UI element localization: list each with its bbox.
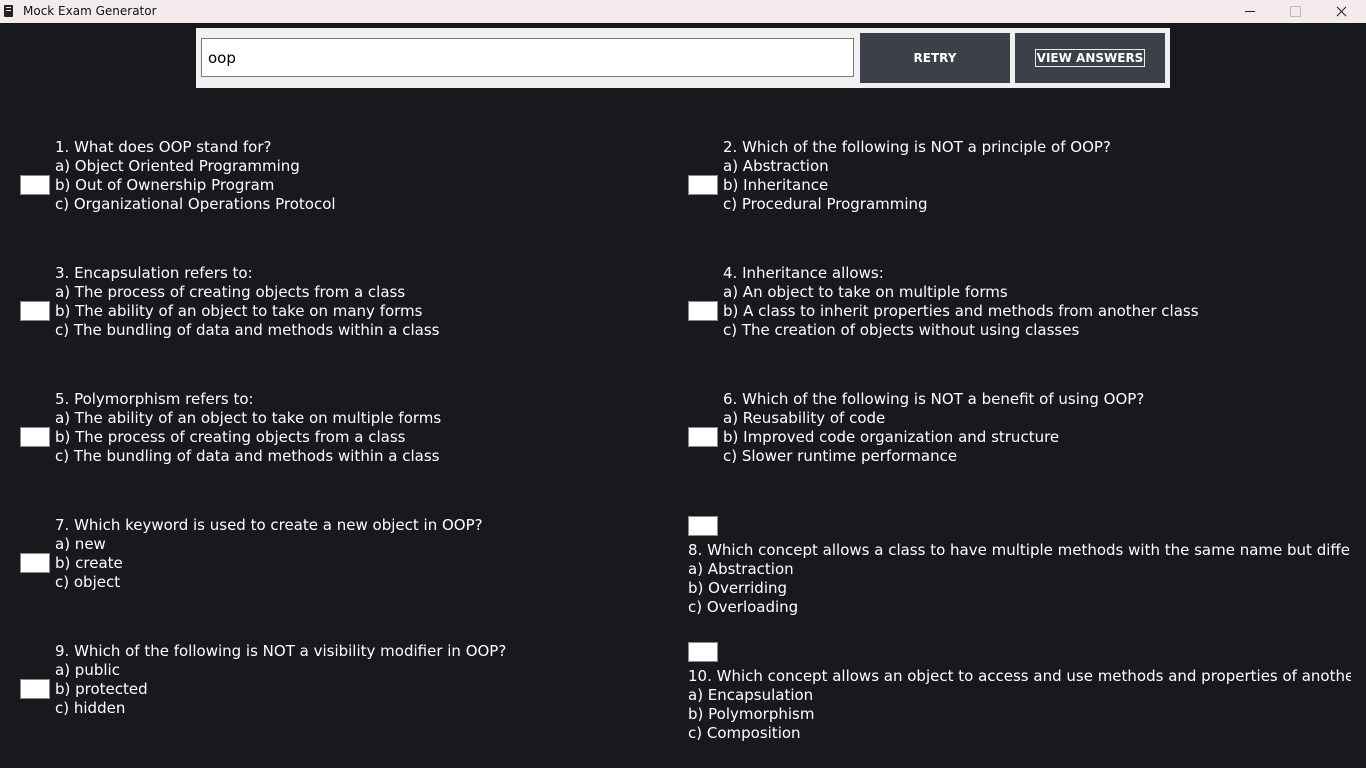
topic-input[interactable] — [201, 38, 854, 77]
minimize-icon[interactable] — [1227, 0, 1273, 23]
question-2: 2. Which of the following is NOT a princ… — [723, 138, 1111, 214]
option-a: a) Abstraction — [723, 157, 829, 175]
option-c: c) Slower runtime performance — [723, 447, 958, 465]
answer-input-10[interactable] — [688, 642, 718, 662]
option-b: b) The process of creating objects from … — [55, 428, 406, 446]
option-a: a) Abstraction — [688, 560, 794, 578]
answer-input-4[interactable] — [688, 301, 718, 321]
option-a: a) An object to take on multiple forms — [723, 283, 1008, 301]
answer-input-9[interactable] — [20, 679, 50, 699]
answer-input-5[interactable] — [20, 427, 50, 447]
answer-input-7[interactable] — [20, 553, 50, 573]
question-text: 2. Which of the following is NOT a princ… — [723, 138, 1111, 156]
maximize-icon[interactable] — [1272, 0, 1318, 23]
answer-input-1[interactable] — [20, 175, 50, 195]
option-b: b) create — [55, 554, 123, 572]
option-b: b) Inheritance — [723, 176, 829, 194]
question-text: 9. Which of the following is NOT a visib… — [55, 642, 507, 660]
answer-input-6[interactable] — [688, 427, 718, 447]
view-answers-button[interactable]: VIEW ANSWERS — [1015, 33, 1165, 83]
option-b: b) Improved code organization and struct… — [723, 428, 1060, 446]
option-c: c) Organizational Operations Protocol — [55, 195, 336, 213]
question-text: 1. What does OOP stand for? — [55, 138, 272, 156]
question-text: 4. Inheritance allows: — [723, 264, 884, 282]
toolbar: RETRY VIEW ANSWERS — [196, 28, 1170, 88]
question-6: 6. Which of the following is NOT a benef… — [723, 390, 1144, 466]
question-text: 3. Encapsulation refers to: — [55, 264, 253, 282]
app-icon — [4, 5, 13, 17]
question-3: 3. Encapsulation refers to: a) The proce… — [55, 264, 439, 340]
option-b: b) Overriding — [688, 579, 788, 597]
question-text: 10. Which concept allows an object to ac… — [688, 667, 1351, 685]
option-c: c) object — [55, 573, 121, 591]
question-text: 5. Polymorphism refers to: — [55, 390, 254, 408]
option-b: b) A class to inherit properties and met… — [723, 302, 1199, 320]
window-title: Mock Exam Generator — [23, 4, 157, 18]
option-c: c) Procedural Programming — [723, 195, 928, 213]
retry-button[interactable]: RETRY — [860, 33, 1010, 83]
question-9: 9. Which of the following is NOT a visib… — [55, 642, 506, 718]
option-a: a) new — [55, 535, 106, 553]
question-5: 5. Polymorphism refers to: a) The abilit… — [55, 390, 441, 466]
option-a: a) Reusability of code — [723, 409, 886, 427]
title-bar: Mock Exam Generator — [0, 0, 1366, 23]
question-8: 8. Which concept allows a class to have … — [688, 541, 1351, 617]
option-c: c) Overloading — [688, 598, 799, 616]
option-c: c) Composition — [688, 724, 801, 742]
question-text: 6. Which of the following is NOT a benef… — [723, 390, 1145, 408]
option-a: a) The ability of an object to take on m… — [55, 409, 442, 427]
question-text: 8. Which concept allows a class to have … — [688, 541, 1351, 559]
option-b: b) The ability of an object to take on m… — [55, 302, 423, 320]
option-a: a) public — [55, 661, 120, 679]
option-b: b) Polymorphism — [688, 705, 815, 723]
option-b: b) protected — [55, 680, 148, 698]
option-c: c) The creation of objects without using… — [723, 321, 1080, 339]
question-1: 1. What does OOP stand for? a) Object Or… — [55, 138, 336, 214]
option-c: c) The bundling of data and methods with… — [55, 321, 440, 339]
option-a: a) The process of creating objects from … — [55, 283, 406, 301]
question-4: 4. Inheritance allows: a) An object to t… — [723, 264, 1199, 340]
option-c: c) The bundling of data and methods with… — [55, 447, 440, 465]
answer-input-8[interactable] — [688, 516, 718, 536]
close-icon[interactable] — [1318, 0, 1364, 23]
answer-input-2[interactable] — [688, 175, 718, 195]
option-c: c) hidden — [55, 699, 126, 717]
question-7: 7. Which keyword is used to create a new… — [55, 516, 483, 592]
question-10: 10. Which concept allows an object to ac… — [688, 667, 1351, 743]
question-text: 7. Which keyword is used to create a new… — [55, 516, 483, 534]
option-a: a) Object Oriented Programming — [55, 157, 300, 175]
option-a: a) Encapsulation — [688, 686, 814, 704]
answer-input-3[interactable] — [20, 301, 50, 321]
view-answers-label: VIEW ANSWERS — [1034, 49, 1146, 67]
option-b: b) Out of Ownership Program — [55, 176, 275, 194]
